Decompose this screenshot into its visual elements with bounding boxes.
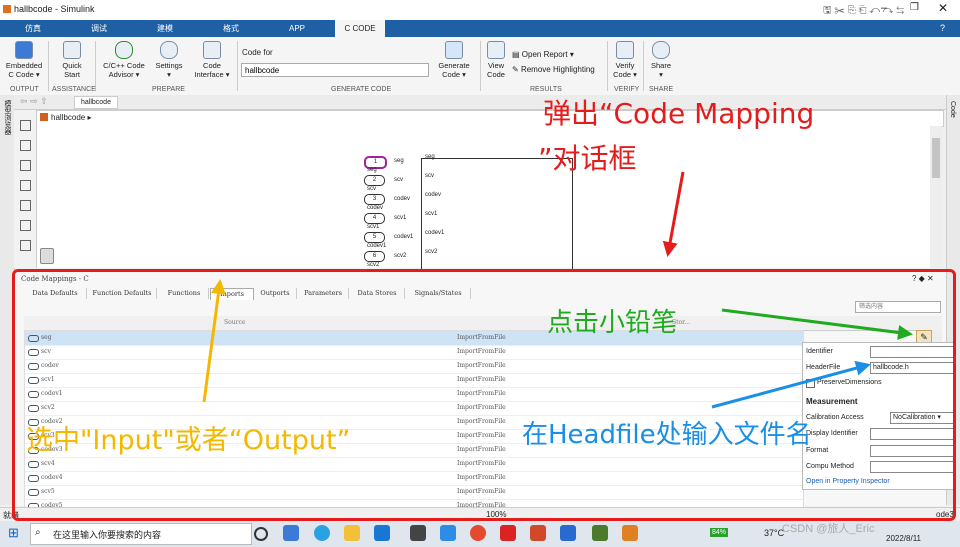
annotation-arrows bbox=[202, 171, 913, 409]
green-arrow bbox=[721, 308, 913, 340]
red-arrow bbox=[662, 171, 685, 257]
blue-arrow bbox=[711, 360, 871, 409]
yellow-arrow bbox=[202, 279, 226, 403]
